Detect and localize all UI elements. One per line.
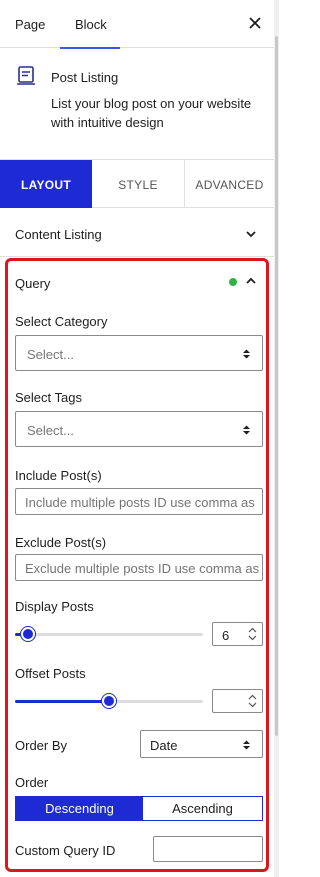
- panel-tabs: LAYOUT STYLE ADVANCED: [0, 160, 274, 208]
- tab-block[interactable]: Block: [60, 0, 120, 49]
- tab-block-label: Block: [75, 17, 107, 32]
- include-posts-input[interactable]: Include multiple posts ID use comma as: [15, 488, 263, 515]
- display-posts-label: Display Posts: [15, 599, 94, 614]
- panel-scrollbar[interactable]: [274, 0, 279, 877]
- block-description: List your blog post on your website with…: [51, 96, 252, 130]
- sidebar-header: Page Block: [0, 0, 274, 49]
- display-posts-value: 6: [222, 628, 230, 643]
- custom-query-id-input[interactable]: [153, 836, 263, 862]
- content-listing-panel-toggle[interactable]: Content Listing: [0, 209, 274, 257]
- tab-page[interactable]: Page: [15, 0, 45, 48]
- select-tags-label: Select Tags: [15, 390, 82, 405]
- display-posts-number-input[interactable]: 6: [212, 622, 263, 646]
- order-ascending-button[interactable]: Ascending: [143, 797, 262, 820]
- offset-posts-slider-fill: [15, 700, 109, 703]
- select-tags-dropdown[interactable]: Select...: [15, 411, 263, 447]
- exclude-posts-label: Exclude Post(s): [15, 535, 107, 550]
- spinner-arrows-icon[interactable]: [247, 626, 258, 642]
- custom-query-id-label: Custom Query ID: [15, 843, 116, 858]
- spinner-arrows-icon[interactable]: [247, 693, 258, 709]
- select-arrows-icon: [243, 740, 250, 750]
- tab-style[interactable]: STYLE: [92, 160, 185, 208]
- select-category-dropdown[interactable]: Select...: [15, 335, 263, 371]
- exclude-posts-placeholder: Exclude multiple posts ID use comma as: [25, 561, 260, 576]
- select-arrows-icon: [243, 425, 250, 435]
- select-category-label: Select Category: [15, 314, 108, 329]
- offset-posts-number-input[interactable]: [212, 689, 263, 713]
- order-label: Order: [15, 775, 49, 790]
- scrollbar-thumb[interactable]: [275, 36, 278, 736]
- select-tags-value: Select...: [27, 423, 74, 438]
- block-card: Post Listing List your blog post on your…: [0, 48, 274, 160]
- chevron-down-icon: [246, 231, 256, 238]
- order-by-dropdown[interactable]: Date: [140, 730, 263, 758]
- offset-posts-slider-thumb[interactable]: [102, 694, 116, 708]
- offset-posts-slider[interactable]: [15, 694, 203, 708]
- display-posts-slider[interactable]: [15, 627, 203, 641]
- offset-posts-label: Offset Posts: [15, 666, 86, 681]
- select-category-value: Select...: [27, 347, 74, 362]
- tab-advanced[interactable]: ADVANCED: [185, 160, 274, 208]
- order-by-label: Order By: [15, 738, 68, 753]
- include-posts-placeholder: Include multiple posts ID use comma as: [25, 495, 255, 510]
- exclude-posts-input[interactable]: Exclude multiple posts ID use comma as: [15, 554, 263, 581]
- chevron-up-icon[interactable]: [244, 274, 258, 288]
- order-toggle-group: Descending Ascending: [15, 796, 263, 821]
- tab-layout[interactable]: LAYOUT: [0, 160, 92, 208]
- select-arrows-icon: [243, 349, 250, 359]
- include-posts-label: Include Post(s): [15, 468, 102, 483]
- block-title: Post Listing: [51, 70, 119, 85]
- close-icon[interactable]: [246, 14, 264, 32]
- content-listing-label: Content Listing: [15, 227, 102, 242]
- order-descending-button[interactable]: Descending: [16, 797, 143, 820]
- order-by-value: Date: [150, 738, 178, 753]
- post-listing-icon: [17, 66, 35, 85]
- query-panel-title[interactable]: Query: [15, 276, 50, 291]
- status-dot-icon: [229, 278, 237, 286]
